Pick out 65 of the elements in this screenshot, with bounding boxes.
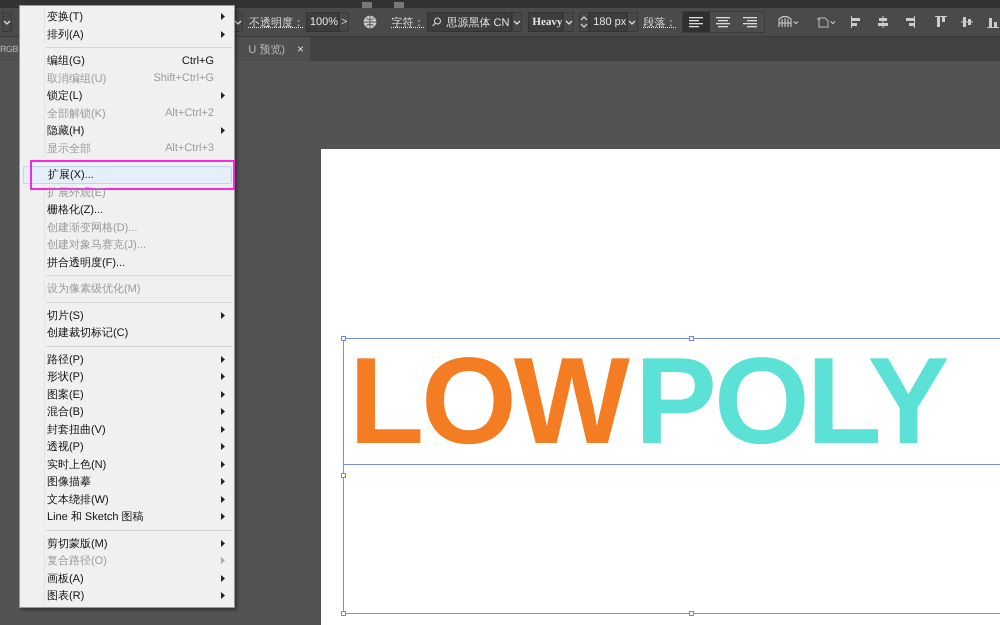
selection-handle[interactable] xyxy=(341,473,346,478)
menu-item[interactable]: 图像描摹 xyxy=(23,473,232,490)
spinner-button[interactable] xyxy=(578,12,590,32)
globe-icon[interactable] xyxy=(363,15,378,29)
menu-item[interactable]: 变换(T) xyxy=(23,8,232,26)
selection-handle[interactable] xyxy=(341,611,346,616)
menu-item[interactable]: 路径(P) xyxy=(23,350,232,368)
align-bottom-icon[interactable] xyxy=(986,15,1000,29)
menu-item[interactable]: 透视(P) xyxy=(23,438,232,456)
align-center-icon[interactable] xyxy=(876,15,890,29)
menu-item[interactable]: 画板(A) xyxy=(23,570,232,587)
shortcut-label: Alt+Ctrl+3 xyxy=(165,142,214,154)
spinner-icon xyxy=(580,15,588,29)
font-size-field[interactable]: 180 px xyxy=(589,12,628,32)
text-align-center-icon xyxy=(716,16,730,28)
text-align-left-icon xyxy=(689,16,704,28)
opacity-label: 不透明度： xyxy=(248,16,304,30)
menu-item[interactable]: 栅格化(Z)... xyxy=(23,201,232,218)
opacity-field[interactable]: 100% xyxy=(306,12,340,32)
menu-item[interactable]: 拼合透明度(F)... xyxy=(23,254,232,271)
menu-item[interactable]: 隐藏(H) xyxy=(23,122,232,140)
artwork-word: POLY xyxy=(634,358,947,447)
menu-item[interactable]: 图案(E) xyxy=(23,386,232,403)
align-top-icon[interactable] xyxy=(934,15,948,29)
search-icon xyxy=(431,17,444,27)
menu-item[interactable]: 封套扭曲(V) xyxy=(23,420,232,438)
menu-item[interactable]: 混合(B) xyxy=(23,403,232,420)
selection-handle[interactable] xyxy=(689,611,694,616)
character-label: 字符： xyxy=(391,16,424,30)
menu-item[interactable]: 剪切蒙版(M) xyxy=(23,534,232,552)
menu-item[interactable]: 创建裁切标记(C) xyxy=(23,324,232,342)
menu-item[interactable]: 排列(A) xyxy=(23,26,232,43)
shortcut-label: Ctrl+G xyxy=(182,54,214,67)
dropdown-button[interactable] xyxy=(512,12,522,32)
caret-icon xyxy=(513,20,522,24)
menu-item[interactable]: 实时上色(N) xyxy=(23,456,232,473)
menu-item[interactable]: 文本绕排(W) xyxy=(23,490,232,508)
caret-icon xyxy=(792,20,798,24)
align-middle-icon[interactable] xyxy=(960,15,974,29)
menu-item[interactable]: 形状(P) xyxy=(23,368,232,386)
selection-handle[interactable] xyxy=(341,336,346,341)
menu-item[interactable]: 锁定(L) xyxy=(23,87,232,104)
shortcut-label: Alt+Ctrl+2 xyxy=(165,107,214,120)
menu-item[interactable]: Line 和 Sketch 图稿 xyxy=(23,508,232,526)
paragraph-label: 段落： xyxy=(644,16,677,30)
dropdown-button[interactable] xyxy=(563,12,574,32)
menu-item[interactable]: 扩展(X)... xyxy=(23,166,232,184)
selection-handle[interactable] xyxy=(689,336,694,341)
font-style-field[interactable]: Heavy xyxy=(528,12,564,32)
caret-icon xyxy=(830,20,836,24)
shortcut-label: Shift+Ctrl+G xyxy=(153,72,214,84)
dropdown-button[interactable] xyxy=(627,12,638,32)
align-button[interactable] xyxy=(682,12,710,32)
more-button[interactable]: > xyxy=(339,12,350,32)
close-icon[interactable]: × xyxy=(296,42,304,56)
dropdown-button[interactable] xyxy=(2,12,12,32)
menu-item[interactable]: 编组(G) Ctrl+G xyxy=(23,52,232,70)
menu-item[interactable]: 图表(R) xyxy=(23,587,232,604)
font-family-field[interactable]: 思源黑体 CN xyxy=(427,12,512,32)
caret-icon xyxy=(564,20,573,24)
caret-icon xyxy=(628,20,636,24)
artwork-word: LOW xyxy=(349,358,627,447)
text-align-right-icon xyxy=(743,16,758,28)
menu-item[interactable]: 切片(S) xyxy=(23,306,232,324)
caret-icon xyxy=(3,20,12,24)
